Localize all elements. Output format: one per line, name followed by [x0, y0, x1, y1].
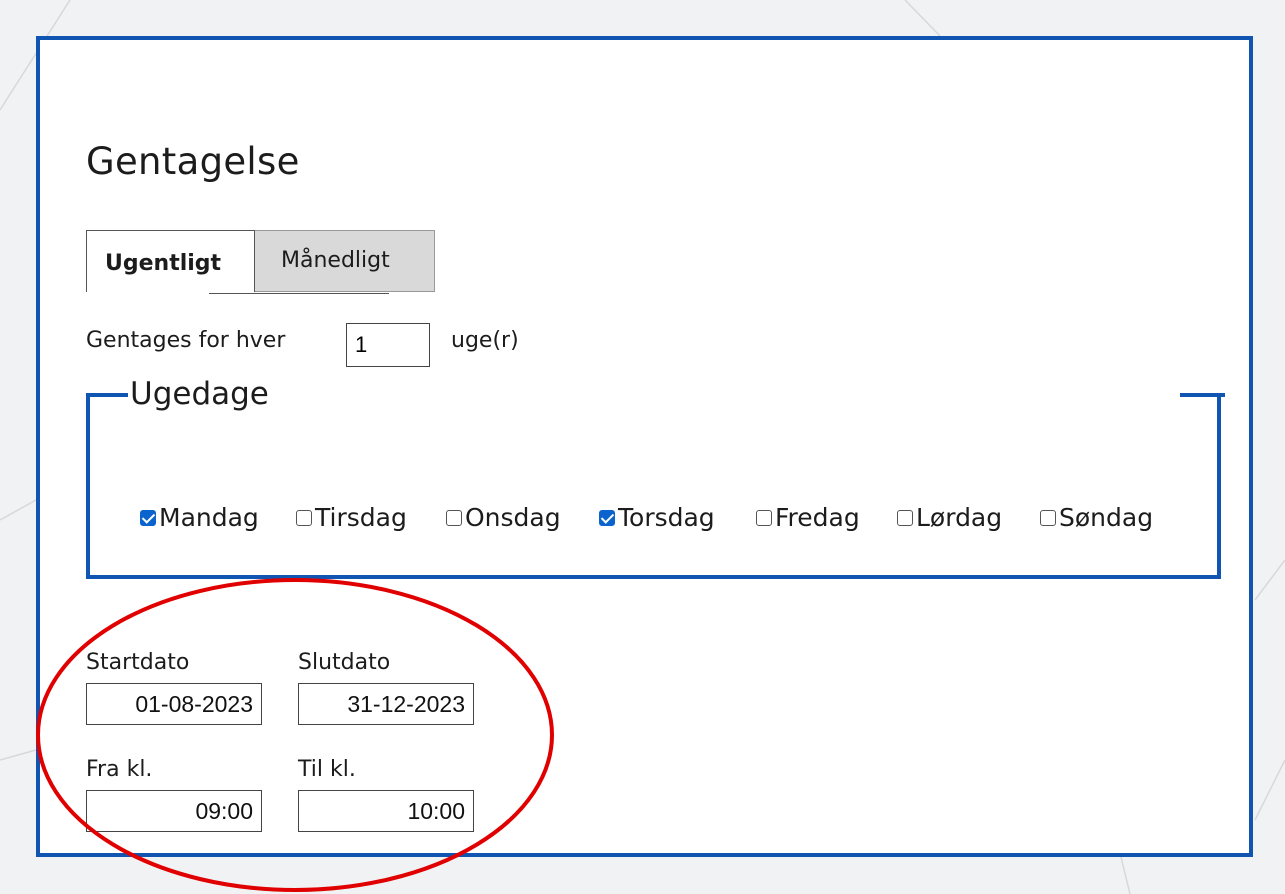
from-time-input[interactable] [86, 790, 262, 832]
recurrence-dialog: Gentagelse Ugentligt Månedligt Gentages … [36, 36, 1253, 857]
to-time-label: Til kl. [298, 757, 356, 782]
weekday-label: Onsdag [465, 503, 561, 532]
weekday-thursday[interactable]: Torsdag [599, 500, 715, 536]
weekday-friday[interactable]: Fredag [756, 500, 860, 536]
checkbox-sunday[interactable] [1040, 510, 1056, 526]
to-time-input[interactable] [298, 790, 474, 832]
weekday-label: Tirsdag [315, 503, 407, 532]
weekday-label: Torsdag [618, 503, 715, 532]
weekday-saturday[interactable]: Lørdag [897, 500, 1002, 536]
checkbox-friday[interactable] [756, 510, 772, 526]
weekday-label: Lørdag [916, 503, 1003, 532]
weekday-monday[interactable]: Mandag [140, 500, 259, 536]
weekday-label: Fredag [775, 503, 860, 532]
end-date-input[interactable] [298, 683, 474, 725]
weekdays-fieldset [86, 393, 1221, 579]
weekdays-legend: Ugedage [130, 376, 269, 412]
tab-weekly[interactable]: Ugentligt [86, 230, 255, 292]
dialog-title: Gentagelse [86, 140, 300, 183]
checkbox-saturday[interactable] [897, 510, 913, 526]
tab-divider [209, 293, 389, 294]
repeat-interval-unit: uge(r) [451, 328, 519, 353]
weekday-sunday[interactable]: Søndag [1040, 500, 1153, 536]
checkbox-monday[interactable] [140, 510, 156, 526]
repeat-interval-input[interactable] [346, 323, 430, 367]
fieldset-border-right [1180, 393, 1225, 397]
fieldset-border-left [86, 393, 128, 397]
start-date-input[interactable] [86, 683, 262, 725]
weekday-label: Mandag [159, 503, 259, 532]
tab-monthly[interactable]: Månedligt [255, 230, 435, 292]
checkbox-tuesday[interactable] [296, 510, 312, 526]
weekday-wednesday[interactable]: Onsdag [446, 500, 561, 536]
checkbox-thursday[interactable] [599, 510, 615, 526]
weekday-label: Søndag [1059, 503, 1154, 532]
from-time-label: Fra kl. [86, 757, 153, 782]
repeat-interval-label: Gentages for hver [86, 328, 286, 353]
checkbox-wednesday[interactable] [446, 510, 462, 526]
start-date-label: Startdato [86, 650, 190, 675]
end-date-label: Slutdato [298, 650, 391, 675]
weekday-tuesday[interactable]: Tirsdag [296, 500, 407, 536]
